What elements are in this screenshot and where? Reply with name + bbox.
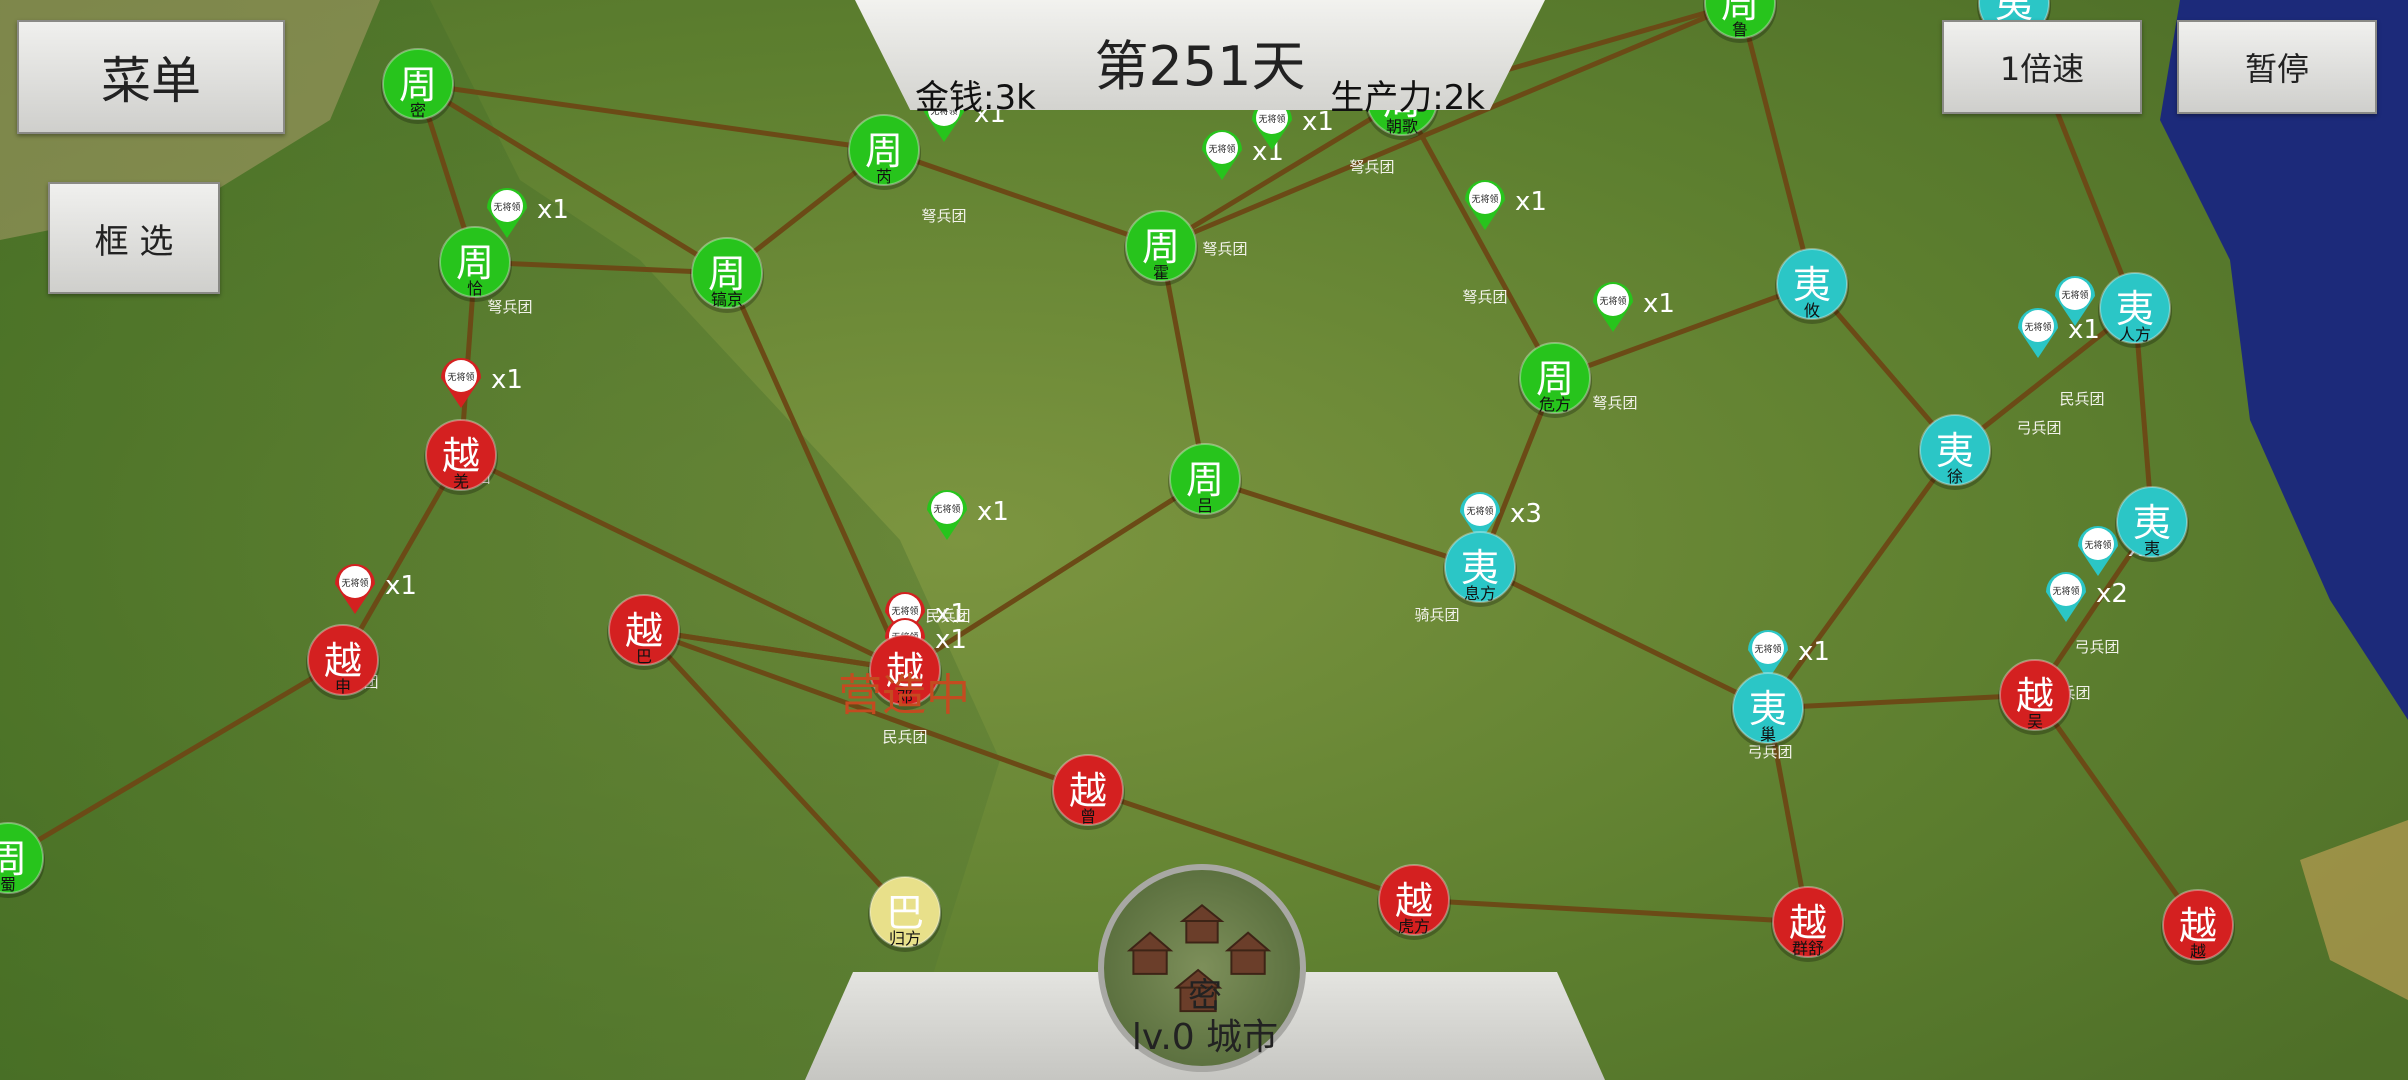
city-node[interactable]: 周吕 xyxy=(1168,443,1242,519)
troop-label: 弩兵团 xyxy=(1462,288,1507,306)
city-name-label: 息方 xyxy=(1464,584,1496,603)
city-node[interactable]: 夷攸 xyxy=(1775,248,1849,324)
selected-city-level: lv.0 城市 xyxy=(1131,1017,1279,1058)
army-general-label: 无将领 xyxy=(2024,321,2051,333)
army-general-label: 无将领 xyxy=(1754,643,1781,655)
troop-label: 弩兵团 xyxy=(921,207,966,225)
menu-button[interactable]: 菜单 xyxy=(17,20,285,134)
army-general-label: 无将领 xyxy=(447,371,474,383)
army-count: x1 xyxy=(935,625,967,655)
army-general-label: 无将领 xyxy=(1258,113,1285,125)
city-name-label: 朝歌 xyxy=(1386,117,1418,136)
building-status-text: 营造中 xyxy=(838,670,970,721)
city-name-label: 危方 xyxy=(1539,395,1571,414)
city-node[interactable]: 巴归方 xyxy=(868,876,942,952)
box-select-button[interactable]: 框 选 xyxy=(48,182,220,294)
city-node[interactable]: 夷巢 xyxy=(1731,672,1805,748)
production-readout: 生产力:2k xyxy=(1330,78,1485,118)
city-name-label: 群舒 xyxy=(1792,939,1824,958)
city-node[interactable]: 越申 xyxy=(306,624,380,700)
city-name-label: 巴 xyxy=(636,647,652,666)
army-count: x1 xyxy=(977,497,1009,527)
troop-label: 弓兵团 xyxy=(2016,419,2061,437)
city-node[interactable]: 夷徐 xyxy=(1918,414,1992,490)
army-count: x1 xyxy=(1643,289,1675,319)
city-node[interactable]: 周密 xyxy=(381,48,455,124)
city-name-label: 吴 xyxy=(2027,712,2043,731)
army-count: x1 xyxy=(385,571,417,601)
city-node[interactable]: 周芮 xyxy=(847,114,921,190)
city-name-label: 恰 xyxy=(467,279,483,298)
army-count: x2 xyxy=(2096,579,2128,609)
city-node[interactable]: 越巴 xyxy=(607,594,681,670)
army-count: x1 xyxy=(537,195,569,225)
army-general-label: 无将领 xyxy=(2084,539,2111,551)
troop-label: 弩兵团 xyxy=(1349,158,1394,176)
city-node[interactable]: 周镐京 xyxy=(690,237,764,313)
city-node[interactable]: 夷人方 xyxy=(2098,272,2172,348)
city-node[interactable]: 越吴 xyxy=(1998,659,2072,735)
city-name-label: 人方 xyxy=(2119,325,2151,344)
city-node[interactable]: 越越 xyxy=(2161,889,2235,965)
city-node[interactable]: 越虎方 xyxy=(1377,864,1451,940)
pause-button[interactable]: 暂停 xyxy=(2177,20,2377,114)
city-name-label: 羌 xyxy=(453,472,469,491)
army-general-label: 无将领 xyxy=(1599,295,1626,307)
city-name-label: 攸 xyxy=(1804,301,1820,320)
city-name-label: 吕 xyxy=(1197,496,1213,515)
army-general-label: 无将领 xyxy=(1471,193,1498,205)
troop-label: 民兵团 xyxy=(882,728,927,746)
status-banner: 第251天 金钱:3k 生产力:2k xyxy=(855,0,1545,118)
city-node[interactable]: 夷息方 xyxy=(1443,531,1517,607)
city-name-label: 越 xyxy=(2190,942,2206,961)
city-name-label: 归方 xyxy=(889,929,921,948)
army-count: x1 xyxy=(1798,637,1830,667)
city-name-label: 申 xyxy=(335,677,351,696)
city-name-label: 鲁 xyxy=(1732,20,1748,39)
city-name-label: 曾 xyxy=(1080,807,1096,826)
troop-label: 弩兵团 xyxy=(1592,394,1637,412)
army-general-label: 无将领 xyxy=(933,503,960,515)
city-node[interactable]: 越羌 xyxy=(424,419,498,495)
troop-label: 弓兵团 xyxy=(2074,638,2119,656)
city-name-label: 密 xyxy=(410,101,426,120)
city-node[interactable]: 周霍 xyxy=(1124,210,1198,286)
troop-label: 弩兵团 xyxy=(1202,240,1247,258)
troop-label: 民兵团 xyxy=(925,607,970,625)
city-name-label: 夷 xyxy=(2144,539,2160,558)
army-general-label: 无将领 xyxy=(891,605,918,617)
city-name-label: 虎方 xyxy=(1398,917,1430,936)
city-name-label: 蜀 xyxy=(0,875,16,894)
speed-button[interactable]: 1倍速 xyxy=(1942,20,2142,114)
city-name-label: 巢 xyxy=(1760,725,1776,744)
city-node[interactable]: 越曾 xyxy=(1051,754,1125,830)
army-count: x1 xyxy=(491,365,523,395)
troop-label: 弩兵团 xyxy=(487,298,532,316)
troop-label: 骑兵团 xyxy=(1414,606,1459,624)
army-count: x1 xyxy=(1515,187,1547,217)
city-node[interactable]: 周恰 xyxy=(438,226,512,302)
city-name-label: 霍 xyxy=(1153,263,1169,282)
city-node[interactable]: 越群舒 xyxy=(1771,886,1845,962)
army-general-label: 无将领 xyxy=(1466,505,1493,517)
city-node[interactable]: 周危方 xyxy=(1518,342,1592,418)
army-count: x1 xyxy=(1302,107,1334,137)
army-general-label: 无将领 xyxy=(493,201,520,213)
city-node[interactable]: 夷夷 xyxy=(2115,486,2189,562)
army-general-label: 无将领 xyxy=(2061,289,2088,301)
army-general-label: 无将领 xyxy=(2052,585,2079,597)
troop-label: 民兵团 xyxy=(2059,390,2104,408)
city-name-label: 镐京 xyxy=(711,290,743,309)
army-general-label: 无将领 xyxy=(1208,143,1235,155)
army-count: x3 xyxy=(1510,499,1542,529)
city-name-label: 徐 xyxy=(1947,467,1963,486)
city-name-label: 芮 xyxy=(876,167,892,186)
army-general-label: 无将领 xyxy=(341,577,368,589)
money-readout: 金钱:3k xyxy=(915,78,1036,118)
